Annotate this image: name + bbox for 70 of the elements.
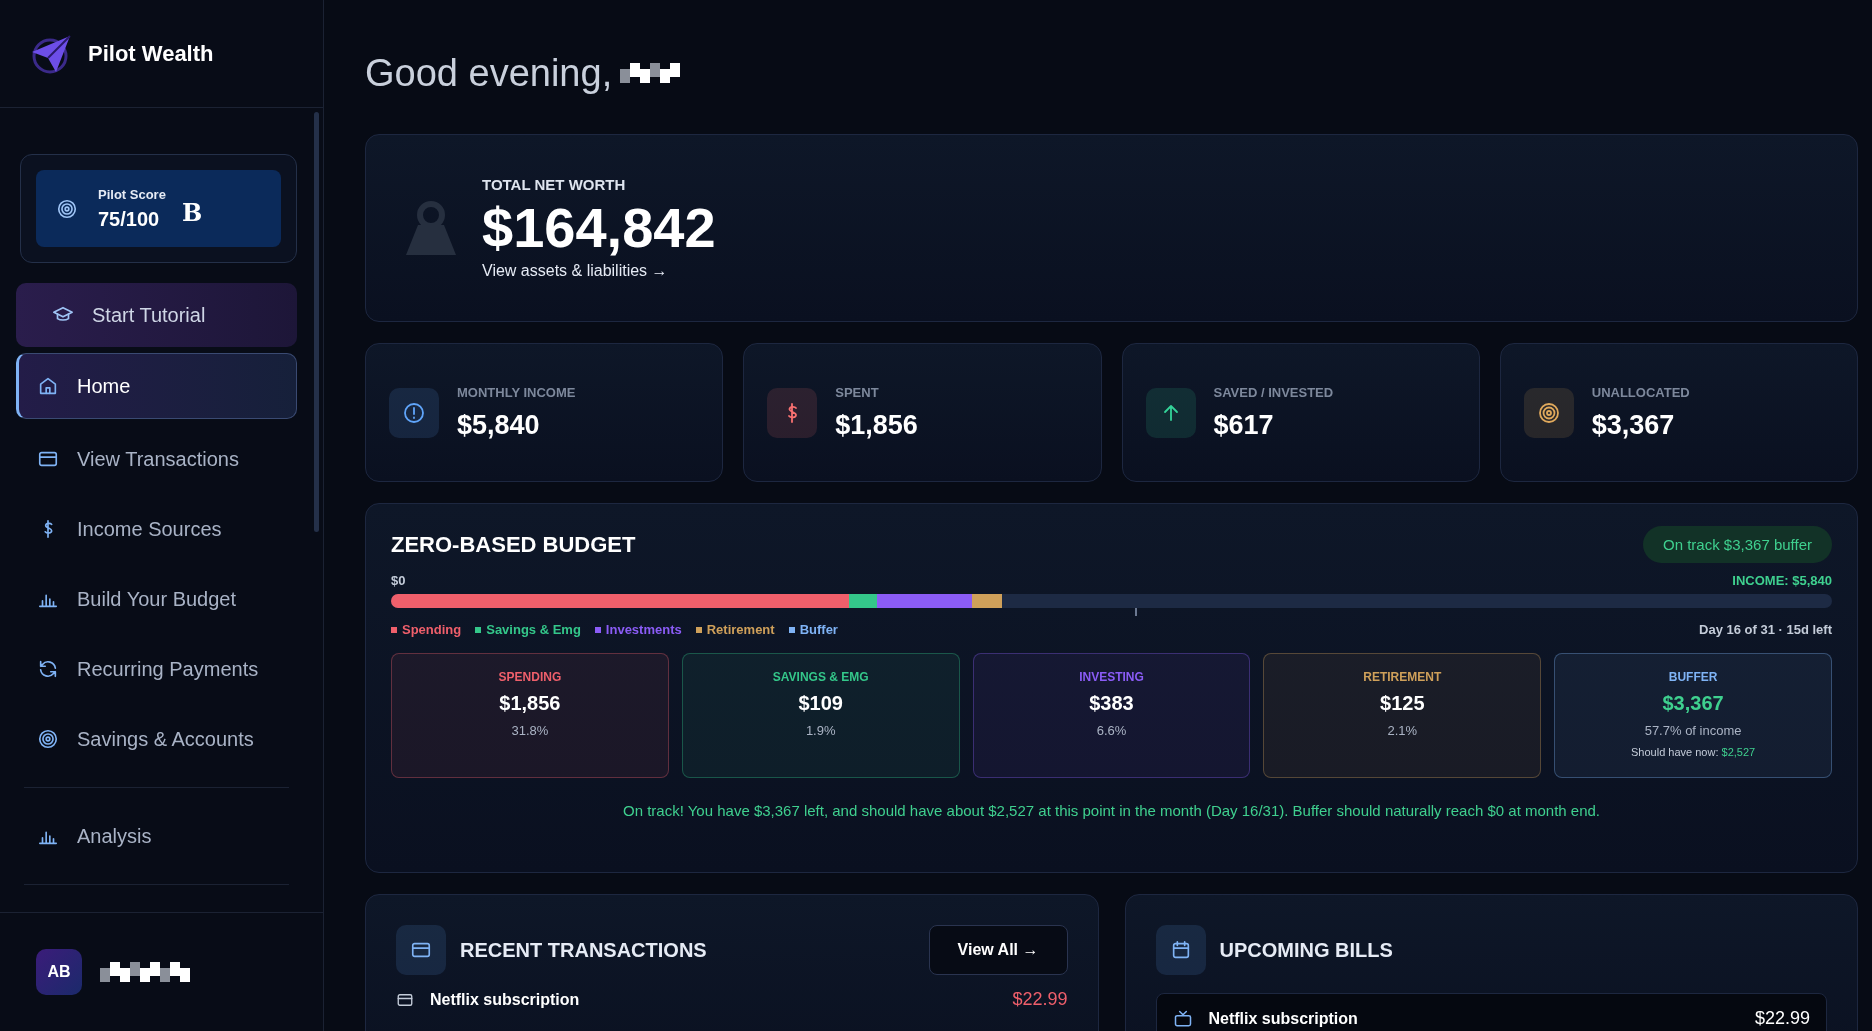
stat-value: $617 [1213, 409, 1275, 441]
category-percent: 2.1% [1387, 723, 1418, 738]
person-silhouette-icon [404, 199, 458, 257]
budget-title: ZERO-BASED BUDGET [391, 531, 636, 558]
category-amount: $1,856 [499, 692, 561, 715]
category-amount: $125 [1380, 692, 1425, 715]
tv-icon [1172, 1008, 1193, 1029]
category-amount: $3,367 [1662, 692, 1724, 715]
stat-label: MONTHLY INCOME [457, 384, 576, 400]
stat-value: $1,856 [835, 409, 918, 441]
category-percent: 31.8% [511, 723, 549, 738]
nav-item[interactable]: Income Sources [16, 499, 297, 559]
net-worth-value: $164,842 [482, 196, 716, 259]
stat-value: $3,367 [1591, 409, 1676, 441]
score-label: Pilot Score [98, 186, 166, 202]
refresh-icon [37, 658, 59, 680]
bill-amount: $22.99 [1754, 1008, 1810, 1029]
legend-item: Spending [391, 622, 462, 637]
user-avatar[interactable]: AB [36, 949, 82, 995]
stat-label: SPENT [835, 384, 880, 400]
brand-name: Pilot Wealth [88, 40, 214, 67]
nav-item[interactable]: Build Your Budget [16, 569, 297, 629]
category-amount: $383 [1089, 692, 1134, 715]
alert-icon [402, 400, 426, 425]
day-label: Day 16 of 31 · 15d left [1699, 622, 1832, 637]
status-badge: On track $3,367 buffer [1643, 526, 1832, 563]
category-percent: 1.9% [805, 723, 836, 738]
category-label: INVESTING [1079, 670, 1144, 684]
legend-item: Savings & Emg [475, 622, 581, 637]
card-title: UPCOMING BILLS [1219, 938, 1394, 962]
income-label: INCOME: $5,840 [1732, 573, 1832, 588]
start-tutorial-button[interactable]: Start Tutorial [16, 283, 297, 347]
bar-start-label: $0 [391, 573, 406, 588]
nav-item[interactable]: View Transactions [16, 429, 297, 489]
category-label: SAVINGS & EMG [772, 670, 869, 684]
nav-item[interactable]: Savings & Accounts [16, 709, 297, 769]
category-amount: $109 [798, 692, 843, 715]
transaction-name: Netflix subscription [430, 990, 581, 1009]
home-icon [37, 375, 59, 397]
legend-item: Investments [594, 622, 682, 637]
card-title: RECENT TRANSACTIONS [460, 938, 708, 962]
assets-link[interactable]: View assets & liabilities → [482, 262, 716, 281]
bill-name: Netflix subscription [1208, 1009, 1359, 1028]
category-label: RETIREMENT [1363, 670, 1442, 684]
category-label: BUFFER [1668, 670, 1718, 684]
target-icon [37, 728, 59, 750]
view-all-button[interactable]: View All → [928, 925, 1068, 975]
score-grade: B [181, 198, 203, 227]
redacted-name-drawing [620, 63, 681, 83]
legend-item: Retirement [695, 622, 775, 637]
category-percent: 6.6% [1096, 723, 1127, 738]
target-icon [56, 197, 78, 220]
transaction-amount: $22.99 [1012, 989, 1068, 1010]
score-value: 75/100 [98, 207, 161, 231]
legend-item: Buffer [788, 622, 838, 637]
status-message: On track! You have $3,367 left, and should have about $2,527 at this point in the month (Day 16/31). Buffer should naturally reach $0 at month end. [621, 802, 1601, 819]
nav-item[interactable]: Recurring Payments [16, 639, 297, 699]
buffer-note: Should have now: $2,527 [1631, 746, 1756, 758]
category-percent: 57.7% of income [1644, 723, 1742, 738]
bill-row[interactable]: Netflix subscription $22.99 [1155, 993, 1827, 1031]
stat-label: UNALLOCATED [1591, 384, 1690, 400]
category-label: SPENDING [498, 670, 562, 684]
stat-value: $5,840 [457, 409, 541, 441]
greeting: Good evening, [365, 51, 613, 95]
stat-label: SAVED / INVESTED [1213, 384, 1334, 400]
nav-item[interactable]: Analysis [16, 806, 297, 866]
scrollbar[interactable] [314, 112, 319, 532]
nav-item[interactable]: Home [16, 353, 297, 419]
net-worth-label: TOTAL NET WORTH [482, 175, 627, 193]
target-icon [1536, 400, 1561, 425]
